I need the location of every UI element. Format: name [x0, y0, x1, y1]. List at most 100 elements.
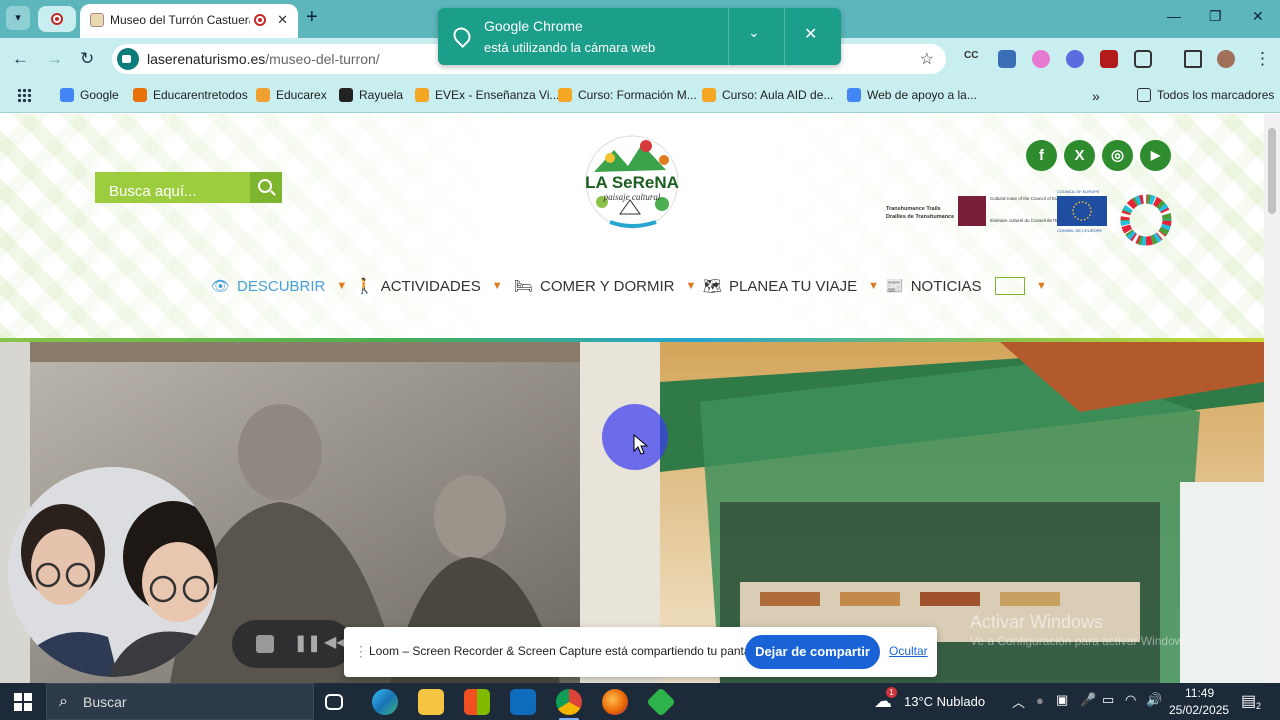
nav-planea-tu-viaje[interactable]: 🗺 PLANEA TU VIAJE ▼ — [703, 277, 879, 296]
nav-descubrir[interactable]: 👁 DESCUBRIR ▼ — [211, 277, 347, 296]
clock-date[interactable]: 25/02/2025 — [1169, 703, 1229, 717]
nav-actividades[interactable]: 🚶 ACTIVIDADES ▼ — [355, 277, 503, 296]
site-search-button[interactable] — [250, 172, 282, 203]
nav-noticias[interactable]: 📰 NOTICIAS — [885, 277, 982, 296]
stop-sharing-button[interactable]: Dejar de compartir — [745, 635, 880, 669]
page-scrollbar[interactable] — [1264, 114, 1280, 683]
shield-extension-icon[interactable] — [1100, 50, 1118, 68]
mic-in-use-icon[interactable]: 🎤 — [1080, 692, 1096, 708]
minimize-button[interactable]: — — [1167, 8, 1181, 24]
chrome-icon[interactable] — [556, 689, 582, 720]
camera-tray-icon[interactable]: ▣ — [1056, 692, 1068, 708]
profile-avatar[interactable] — [1217, 50, 1235, 68]
cast-icon[interactable] — [1184, 50, 1202, 68]
tab-title: Museo del Turrón Castuera — [110, 13, 250, 27]
partner-logos: Transhumance Trails Drailles de Transhum… — [886, 189, 1172, 246]
close-tab-icon[interactable]: ✕ — [277, 12, 288, 28]
edge-icon[interactable] — [372, 689, 398, 715]
reload-button[interactable]: ↻ — [80, 49, 94, 69]
s-extension-icon[interactable] — [998, 50, 1016, 68]
notification-title: Google Chrome — [484, 18, 583, 34]
location-pin-icon — [449, 23, 475, 49]
dismiss-notification-icon[interactable]: ✕ — [804, 24, 817, 44]
instagram-icon[interactable]: ◎ — [1102, 140, 1133, 171]
store-icon[interactable] — [464, 689, 490, 715]
la-serena-logo[interactable]: LA SeReNA paisaje cultural — [580, 132, 684, 240]
nav-comer-y-dormir[interactable]: 🛏 COMER Y DORMIR ▼ — [514, 277, 696, 296]
folder-icon — [1137, 88, 1151, 102]
screen-share-bar: ⋮ Loom – Screen Recorder & Screen Captur… — [344, 627, 937, 677]
bed-icon: 🛏 — [514, 278, 534, 295]
x-twitter-icon[interactable]: X — [1064, 140, 1095, 171]
envelope-icon — [995, 277, 1025, 295]
camera-notification: Google Chrome está utilizando la cámara … — [438, 8, 841, 65]
bookmark-star-icon[interactable]: ☆ — [920, 49, 934, 69]
bookmark-favicon-icon — [415, 88, 429, 102]
pinned-tab[interactable] — [38, 6, 76, 32]
clock-time[interactable]: 11:49 — [1185, 686, 1214, 700]
camera-in-use-icon[interactable] — [117, 48, 139, 70]
weather-text[interactable]: 13°C Nublado — [904, 694, 985, 709]
maximize-button[interactable]: ❐ — [1209, 8, 1222, 25]
bookmark-item[interactable]: Curso: Aula AID de... — [702, 88, 833, 102]
stop-recording-button[interactable] — [256, 635, 274, 653]
bookmark-item[interactable]: EVEx - Enseñanza Vi... — [415, 88, 560, 102]
newspaper-icon: 📰 — [885, 278, 904, 295]
pause-recording-button[interactable]: ❚❚ — [294, 633, 321, 653]
bookmark-item[interactable]: Google — [60, 88, 119, 102]
youtube-icon[interactable]: ▶ — [1140, 140, 1171, 171]
facebook-icon[interactable]: f — [1026, 140, 1057, 171]
apps-grid-icon[interactable] — [17, 88, 32, 103]
nav-contact[interactable]: ▼ — [995, 277, 1047, 295]
battery-icon[interactable]: ▭ — [1102, 692, 1114, 708]
bookmarks-bar: Google Educarentretodos Educarex Rayuela EVE… — [0, 80, 1280, 113]
bookmark-item[interactable]: Rayuela — [339, 88, 403, 102]
eye-icon: 👁 — [211, 278, 231, 295]
extensions-puzzle-icon[interactable] — [1134, 50, 1152, 68]
all-bookmarks-folder[interactable]: Todos los marcadores — [1137, 88, 1274, 102]
bookmark-favicon-icon — [702, 88, 716, 102]
bookmark-item[interactable]: Educarentretodos — [133, 88, 248, 102]
bookmark-item[interactable]: Web de apoyo a la... — [847, 88, 977, 102]
file-explorer-icon[interactable] — [418, 689, 444, 715]
scrollbar-thumb[interactable] — [1268, 128, 1276, 214]
windows-start-icon[interactable] — [14, 693, 32, 711]
webcam-bubble[interactable] — [8, 467, 218, 677]
hide-link[interactable]: Ocultar — [889, 644, 928, 658]
back-button[interactable]: ← — [12, 49, 29, 69]
share-message: Loom – Screen Recorder & Screen Capture … — [369, 644, 766, 658]
bookmark-favicon-icon — [60, 88, 74, 102]
active-tab[interactable]: Museo del Turrón Castuera ✕ — [80, 4, 298, 38]
taskbar-search[interactable]: ⌕ Buscar — [46, 683, 314, 720]
tab-search-button[interactable]: ▾ — [6, 6, 30, 30]
bookmark-item[interactable]: Curso: Formación M... — [558, 88, 697, 102]
svg-text:COUNCIL OF EUROPE: COUNCIL OF EUROPE — [1057, 189, 1100, 194]
volume-icon[interactable]: 🔊 — [1146, 692, 1162, 708]
url-text: laserenaturismo.es/museo-del-turron/ — [147, 51, 380, 67]
windows-taskbar: ⌕ Buscar ☁ 1 13°C Nublado ︿ ● ▣ 🎤 ▭ ◠ 🔊 … — [0, 683, 1280, 720]
close-window-button[interactable]: ✕ — [1252, 8, 1264, 25]
task-view-icon[interactable] — [325, 694, 343, 710]
bookmark-favicon-icon — [133, 88, 147, 102]
bookmark-item[interactable]: Educarex — [256, 88, 327, 102]
loom-extension-icon[interactable] — [1032, 50, 1050, 68]
show-hidden-icons-icon[interactable]: ︿ — [1012, 692, 1025, 711]
chevron-down-icon: ▼ — [491, 280, 503, 292]
chrome-menu-icon[interactable]: ⋮ — [1254, 49, 1271, 69]
cc-extension-icon[interactable]: CC — [964, 50, 982, 68]
gear-extension-icon[interactable] — [1066, 50, 1084, 68]
svg-text:CONSEIL DE L'EUROPE: CONSEIL DE L'EUROPE — [1057, 228, 1102, 233]
site-search-input[interactable] — [95, 172, 250, 203]
expand-chevron-icon[interactable]: ⌄ — [748, 24, 760, 41]
bookmark-favicon-icon — [847, 88, 861, 102]
notification-center-icon[interactable]: ▤ — [1241, 691, 1256, 711]
outlook-icon[interactable] — [510, 689, 536, 715]
more-bookmarks-icon[interactable]: » — [1092, 88, 1100, 104]
drag-handle-icon[interactable]: ⋮ — [354, 643, 368, 660]
microphone-icon[interactable]: ● — [1036, 693, 1044, 708]
new-tab-button[interactable]: + — [306, 6, 318, 29]
forward-button[interactable]: → — [46, 49, 63, 69]
firefox-icon[interactable] — [602, 689, 628, 715]
green-app-icon[interactable] — [646, 687, 676, 717]
wifi-icon[interactable]: ◠ — [1125, 692, 1136, 708]
